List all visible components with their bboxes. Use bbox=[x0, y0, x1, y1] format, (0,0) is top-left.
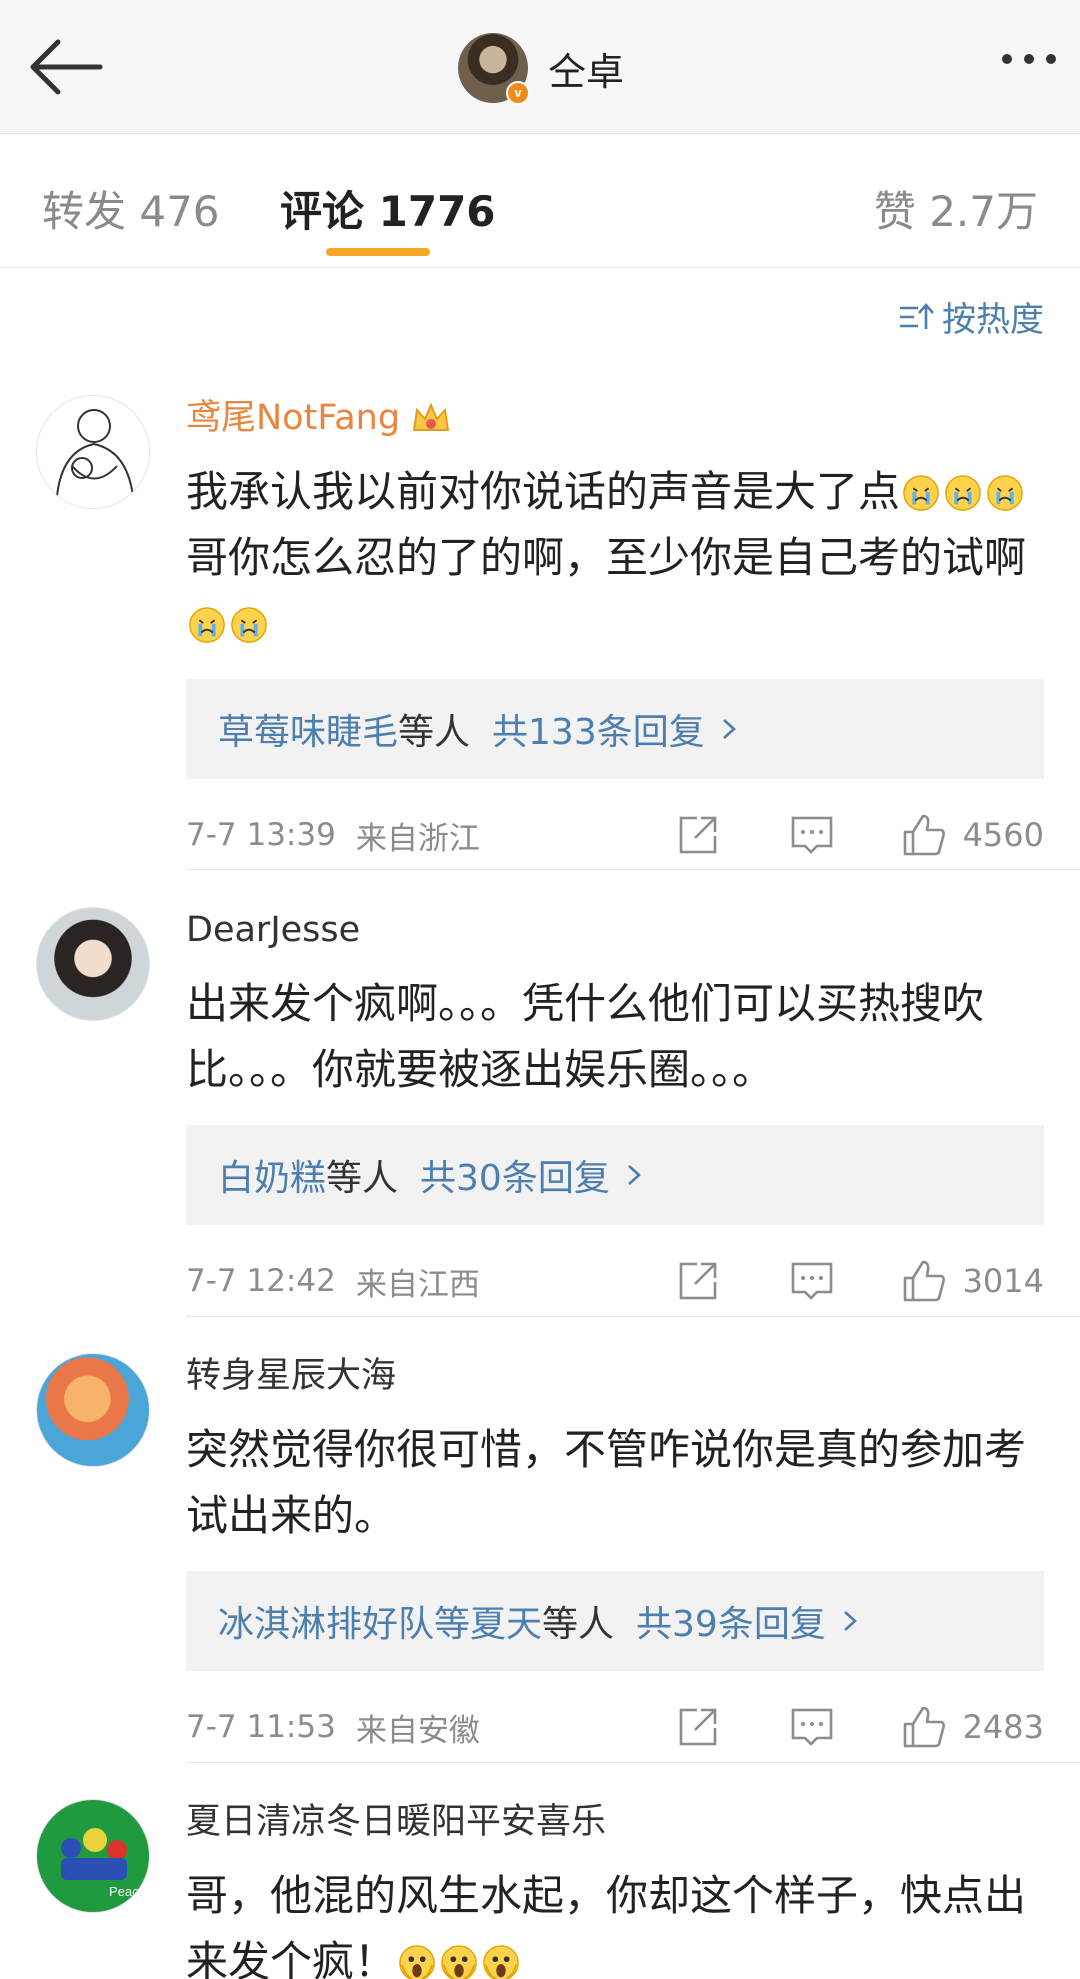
verified-badge: v bbox=[506, 81, 530, 105]
reply-summary[interactable]: 白奶糕 等人 共30条回复 bbox=[186, 1125, 1044, 1225]
vip-crown-icon bbox=[412, 402, 450, 431]
divider bbox=[186, 1316, 1080, 1317]
comment-meta: 7-7 12:42 来自江西 3014 bbox=[186, 1253, 1044, 1309]
comment-meta: 7-7 11:53 来自安徽 2483 bbox=[186, 1699, 1044, 1755]
reply-summary[interactable]: 草莓味睫毛 等人 共133条回复 bbox=[186, 679, 1044, 779]
sort-icon bbox=[900, 302, 934, 329]
like-icon[interactable] bbox=[901, 1704, 947, 1750]
divider bbox=[186, 1762, 1080, 1763]
like-count: 4560 bbox=[962, 816, 1044, 854]
comment-icon[interactable] bbox=[789, 812, 835, 858]
like-count: 3014 bbox=[962, 1262, 1044, 1300]
comment-icon[interactable] bbox=[789, 1704, 835, 1750]
share-icon[interactable] bbox=[675, 812, 721, 858]
screaming-emoji-icon bbox=[441, 1945, 477, 1979]
chevron-right-icon bbox=[843, 1611, 857, 1631]
tab-forward[interactable]: 转发 476 bbox=[42, 178, 220, 239]
crying-emoji-icon bbox=[903, 475, 939, 511]
username[interactable]: 鸢尾NotFang bbox=[186, 395, 1044, 441]
avatar[interactable] bbox=[36, 1353, 150, 1467]
avatar[interactable]: Peace bbox=[36, 1799, 150, 1913]
chevron-right-icon bbox=[722, 719, 736, 739]
like-count: 2483 bbox=[962, 1708, 1044, 1746]
share-icon[interactable] bbox=[675, 1258, 721, 1304]
username[interactable]: DearJesse bbox=[186, 907, 1044, 953]
like-icon[interactable] bbox=[901, 812, 947, 858]
page-title: 仝卓 bbox=[548, 49, 625, 94]
sort-button[interactable]: 按热度 bbox=[898, 292, 1044, 341]
avatar-figures: Peace bbox=[61, 1828, 146, 1899]
like-icon[interactable] bbox=[901, 1258, 947, 1304]
share-icon[interactable] bbox=[675, 1704, 721, 1750]
tab-likes[interactable]: 赞 2.7万 bbox=[874, 178, 1038, 239]
reply-summary[interactable]: 冰淇淋排好队等夏天 等人 共39条回复 bbox=[186, 1571, 1044, 1671]
avatar[interactable] bbox=[36, 907, 150, 1021]
screaming-emoji-icon bbox=[483, 1945, 519, 1979]
crying-emoji-icon bbox=[945, 475, 981, 511]
comment-text: 哥，他混的风生水起，你却这个样子，快点出来发个疯！ bbox=[186, 1863, 1044, 1979]
top-bar: v 仝卓 bbox=[0, 0, 1080, 134]
divider bbox=[186, 869, 1080, 870]
comment-text: 出来发个疯啊。。。凭什么他们可以买热搜吹比。。。你就要被逐出娱乐圈。。。 bbox=[186, 979, 985, 1094]
back-arrow-icon[interactable] bbox=[28, 36, 104, 98]
avatar-sketch bbox=[56, 409, 134, 497]
header-avatar[interactable]: v bbox=[458, 33, 530, 105]
username[interactable]: 夏日清凉冬日暖阳平安喜乐 bbox=[186, 1799, 1044, 1845]
svg-text:Peace: Peace bbox=[109, 1884, 146, 1899]
header-profile[interactable]: v 仝卓 bbox=[458, 32, 625, 105]
comment-text: 我承认我以前对你说话的声音是大了点哥你怎么忍的了的啊，至少你是自己考的试啊 bbox=[186, 459, 1044, 657]
chevron-right-icon bbox=[627, 1165, 641, 1185]
username[interactable]: 转身星辰大海 bbox=[186, 1353, 1044, 1399]
active-tab-indicator bbox=[326, 248, 430, 256]
crying-emoji-icon bbox=[189, 607, 225, 643]
comment-icon[interactable] bbox=[789, 1258, 835, 1304]
screaming-emoji-icon bbox=[399, 1945, 435, 1979]
more-options-icon[interactable] bbox=[1002, 54, 1056, 64]
sort-label: 按热度 bbox=[942, 300, 1044, 340]
comment-meta: 7-7 13:39 来自浙江 4560 bbox=[186, 807, 1044, 863]
crying-emoji-icon bbox=[987, 475, 1023, 511]
comment-text: 突然觉得你很可惜，不管咋说你是真的参加考试出来的。 bbox=[186, 1425, 1027, 1540]
tab-bar: 转发 476 评论 1776 赞 2.7万 bbox=[0, 134, 1080, 268]
avatar[interactable] bbox=[36, 395, 150, 509]
crying-emoji-icon bbox=[231, 607, 267, 643]
